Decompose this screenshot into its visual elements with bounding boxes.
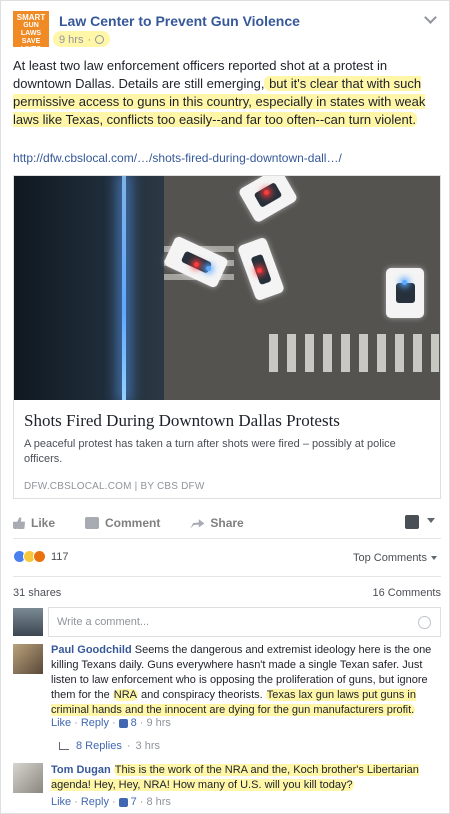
reactions-summary[interactable]: 117 [13, 550, 69, 563]
replies-link[interactable]: 8 Replies [76, 740, 122, 752]
post-time[interactable]: 9 hrs [59, 34, 83, 46]
page-avatar[interactable]: SMART GUN LAWS SAVE LIVES [13, 11, 49, 53]
post-as-chevron-icon[interactable] [427, 518, 435, 523]
police-car [386, 268, 424, 318]
shares-count[interactable]: 31 shares [13, 587, 61, 599]
comment-like-count[interactable]: 7 [131, 796, 137, 808]
globe-icon [95, 35, 105, 44]
comment-body: Paul Goodchild Seems the dangerous and e… [51, 644, 432, 716]
preview-title: Shots Fired During Downtown Dallas Prote… [24, 411, 340, 430]
comment-button[interactable]: Comment [85, 516, 160, 530]
comment-time[interactable]: 9 hrs [146, 717, 170, 729]
view-replies[interactable]: 8 Replies · 3 hrs [59, 740, 160, 752]
post-meta: 9 hrs · [53, 31, 111, 47]
comment-meta: Like · Reply · 7 · 8 hrs [51, 796, 171, 808]
comment-like-link[interactable]: Like [51, 717, 71, 729]
preview-domain: DFW.CBSLOCAL.COM [24, 481, 132, 492]
post-as-avatar[interactable] [405, 515, 419, 529]
comment-meta: Like · Reply · 8 · 9 hrs [51, 717, 171, 729]
emoji-icon[interactable] [418, 616, 431, 629]
reaction-count: 117 [51, 550, 69, 563]
post-text: At least two law enforcement officers re… [13, 57, 437, 129]
post-url-link[interactable]: http://dfw.cbslocal.com/…/shots-fired-du… [13, 151, 342, 165]
reply-arrow-icon [59, 742, 69, 750]
comment-avatar[interactable] [13, 763, 43, 793]
chevron-down-icon [431, 556, 437, 560]
preview-description: A peaceful protest has taken a turn afte… [24, 438, 396, 465]
preview-source-name: CBS DFW [157, 481, 205, 492]
like-count-icon [118, 718, 128, 728]
comment-like-link[interactable]: Like [51, 796, 71, 808]
avatar-line-2: GUN LAWS [20, 22, 42, 37]
angry-reaction-icon [33, 550, 46, 563]
thumbs-up-icon [13, 517, 25, 529]
my-avatar [13, 608, 43, 636]
comment-author[interactable]: Tom Dugan [51, 764, 111, 776]
avatar-line-1: SMART [16, 13, 46, 22]
preview-source: DFW.CBSLOCAL.COM | BY CBS DFW [24, 481, 205, 492]
page-name-link[interactable]: Law Center to Prevent Gun Violence [59, 13, 300, 29]
share-button[interactable]: Share [190, 516, 244, 530]
comment-reply-link[interactable]: Reply [81, 796, 109, 808]
post-options-chevron-icon[interactable] [424, 11, 437, 24]
comment-body: Tom Dugan This is the work of the NRA an… [51, 764, 419, 791]
comment-author[interactable]: Paul Goodchild [51, 644, 132, 656]
link-preview[interactable]: Shots Fired During Downtown Dallas Prote… [13, 175, 441, 499]
like-count-icon [118, 797, 128, 807]
comment-input[interactable]: Write a comment... [48, 607, 441, 637]
top-comments-dropdown[interactable]: Top Comments [353, 552, 437, 564]
comment-icon [85, 517, 100, 529]
post-actions: Like Comment Share [13, 511, 441, 535]
post-card: SMART GUN LAWS SAVE LIVES Law Center to … [0, 0, 450, 814]
engagement-counts: 31 shares 16 Comments [13, 587, 441, 599]
like-button[interactable]: Like [13, 516, 55, 530]
comment-time[interactable]: 8 hrs [146, 796, 170, 808]
comments-count[interactable]: 16 Comments [373, 587, 441, 599]
preview-image [14, 176, 440, 400]
replies-time: 3 hrs [135, 740, 160, 752]
share-icon [190, 519, 205, 529]
comment-like-count[interactable]: 8 [131, 717, 137, 729]
avatar-line-3: SAVE LIVES [20, 38, 42, 53]
comment-reply-link[interactable]: Reply [81, 717, 109, 729]
comment-avatar[interactable] [13, 644, 43, 674]
